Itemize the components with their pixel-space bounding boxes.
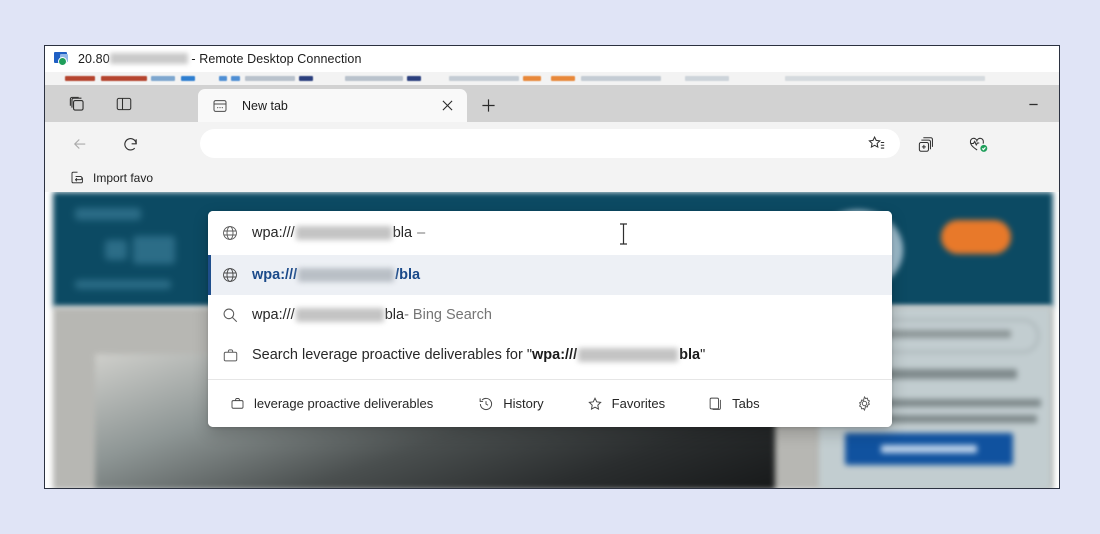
- work-search-lead: Search leverage proactive deliverables f…: [252, 347, 532, 363]
- rdp-host-prefix: 20.80: [78, 52, 110, 66]
- suggestion-tail: bla: [384, 307, 405, 323]
- redacted-address-segment: [295, 226, 392, 240]
- rdp-title-bar[interactable]: 20.80 - Remote Desktop Connection: [45, 46, 1059, 72]
- address-tail: bla: [392, 225, 413, 241]
- suggestion-item-bing-search[interactable]: wpa:/// bla - Bing Search: [208, 295, 892, 335]
- minimize-button[interactable]: [1012, 91, 1055, 118]
- hero-accent: [941, 220, 1011, 254]
- favorites-bar: Import favo: [45, 163, 1059, 192]
- redacted-address-segment: [298, 268, 395, 282]
- footer-favorites-label: Favorites: [611, 396, 666, 411]
- work-search-trailing: ": [700, 347, 706, 363]
- suggestion-source: - Bing Search: [404, 307, 492, 323]
- browser-tab-active[interactable]: New tab: [198, 89, 467, 122]
- search-icon: [208, 306, 252, 324]
- redacted-address-segment: [295, 308, 384, 322]
- address-bar-input-row[interactable]: wpa:/// bla –: [208, 211, 892, 255]
- suggestion-text: wpa:/// /bla: [252, 267, 420, 283]
- remote-desktop-icon: [54, 51, 71, 67]
- import-favorites-label: Import favo: [93, 170, 154, 185]
- screen: 20.80 - Remote Desktop Connection New ta…: [0, 0, 1100, 534]
- collections-icon[interactable]: [911, 130, 941, 158]
- split-screen-icon[interactable]: [112, 92, 136, 116]
- remote-desktop-window: 20.80 - Remote Desktop Connection New ta…: [44, 45, 1060, 489]
- redacted-address-segment: [578, 348, 679, 362]
- suggestion-scheme: wpa:///: [252, 307, 295, 323]
- address-bar-suggestions-dropdown: wpa:///bla – wpa:/// /bla wpa:/// bla - …: [208, 211, 892, 427]
- browser-toolbar: [45, 122, 1059, 163]
- tab-title: New tab: [242, 98, 288, 113]
- tabs-icon: [708, 396, 723, 411]
- browser-essentials-icon[interactable]: [963, 130, 993, 158]
- star-icon: [587, 396, 603, 412]
- suggestion-text: wpa:/// bla - Bing Search: [252, 307, 492, 323]
- import-favorites-button[interactable]: Import favo: [63, 167, 160, 188]
- suggestion-text: Search leverage proactive deliverables f…: [252, 347, 705, 363]
- footer-history[interactable]: History: [472, 391, 549, 417]
- new-tab-button[interactable]: [475, 93, 501, 117]
- browser-strip-remnant: [45, 72, 1059, 85]
- import-icon: [70, 170, 85, 185]
- suggestion-tail: /bla: [395, 267, 421, 283]
- rdp-title-text: 20.80 - Remote Desktop Connection: [78, 52, 362, 66]
- globe-icon: [208, 224, 252, 242]
- gear-icon[interactable]: [856, 395, 873, 412]
- footer-work-scope-label: leverage proactive deliverables: [254, 396, 434, 411]
- footer-work-scope[interactable]: leverage proactive deliverables: [224, 391, 439, 416]
- back-button[interactable]: [66, 130, 94, 158]
- address-bar[interactable]: [200, 129, 900, 158]
- suggestion-item-url-selected[interactable]: wpa:/// /bla: [208, 255, 892, 295]
- redacted-host-address: [109, 53, 188, 64]
- tab-strip: New tab: [45, 85, 1059, 122]
- favorites-star-icon[interactable]: [861, 130, 891, 158]
- footer-history-label: History: [503, 396, 544, 411]
- footer-tabs-label: Tabs: [732, 396, 760, 411]
- address-scheme: wpa:///: [252, 225, 295, 241]
- dropdown-footer: leverage proactive deliverables History: [208, 380, 892, 427]
- history-clock-icon: [478, 396, 494, 412]
- new-tab-favicon: [212, 98, 228, 114]
- rdp-title-suffix: - Remote Desktop Connection: [187, 52, 362, 66]
- text-cursor-ibeam: [619, 223, 628, 245]
- footer-favorites[interactable]: Favorites: [581, 391, 671, 417]
- address-bar-text: wpa:/// bla –: [252, 225, 425, 241]
- suggestion-scheme: wpa:///: [252, 267, 298, 283]
- edge-browser: New tab Import favo wpa:/// bla – wpa://…: [45, 85, 1059, 488]
- close-tab-icon[interactable]: [436, 95, 458, 117]
- briefcase-icon: [230, 396, 245, 411]
- tab-search-icon[interactable]: [65, 92, 89, 116]
- globe-icon: [208, 266, 252, 284]
- footer-tabs[interactable]: Tabs: [702, 391, 765, 416]
- refresh-button[interactable]: [116, 130, 144, 158]
- address-trailing-dash: –: [417, 225, 426, 241]
- suggestion-tail: bla: [679, 347, 701, 363]
- suggestion-item-work-search[interactable]: Search leverage proactive deliverables f…: [208, 335, 892, 375]
- suggestion-scheme: wpa:///: [532, 347, 578, 363]
- panel-learn-more-button[interactable]: [845, 433, 1013, 465]
- briefcase-icon: [208, 347, 252, 364]
